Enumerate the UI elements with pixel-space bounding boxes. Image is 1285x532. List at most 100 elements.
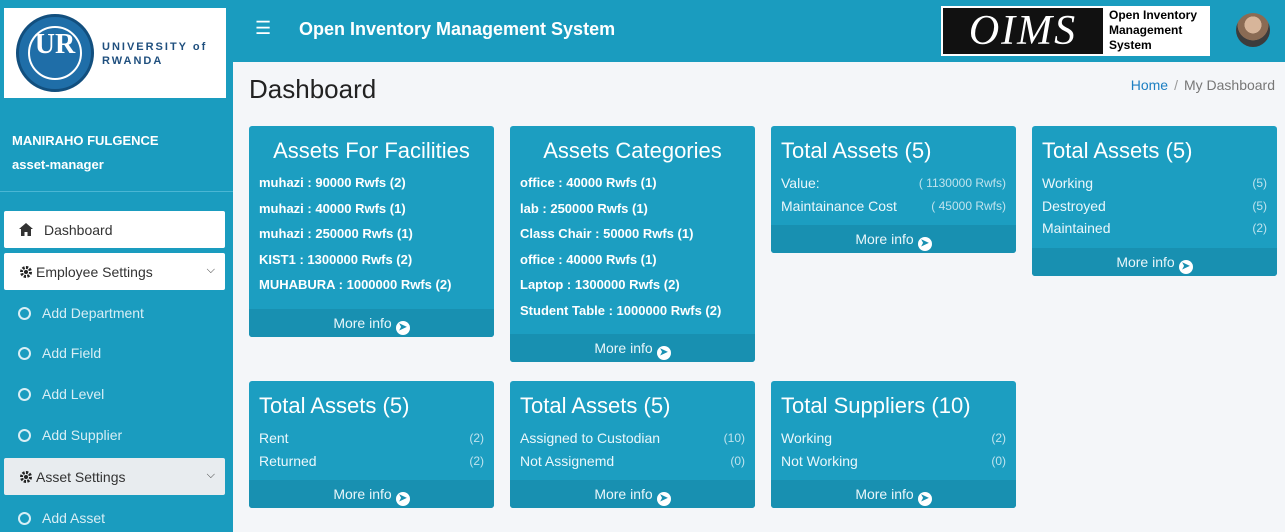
brand-line-3: System	[1109, 38, 1152, 52]
stat-label: Not Working	[781, 452, 858, 469]
stat-label: Working	[1042, 175, 1094, 191]
sidebar-item-label: Asset Settings	[36, 468, 126, 485]
arrow-circle-right-icon: ➤	[395, 492, 410, 506]
arrow-circle-right-icon: ➤	[1178, 260, 1193, 274]
breadcrumb-current: My Dashboard	[1183, 77, 1275, 93]
stat-label: Assigned to Custodian	[520, 430, 661, 446]
circle-icon	[18, 387, 31, 401]
stat-label: Value:	[781, 175, 820, 191]
logo-line-1: UNIVERSITY of	[102, 41, 208, 53]
card-title: Total Assets (5)	[520, 393, 671, 418]
stat-value: (5)	[1252, 176, 1267, 190]
breadcrumb-separator: /	[1174, 77, 1178, 93]
card-total-suppliers: Total Suppliers (10) Working (2) Not Work…	[771, 381, 1016, 508]
sidebar-item-asset-settings[interactable]: Asset Settings ⌵	[4, 458, 225, 495]
stat-label: Working	[781, 430, 833, 446]
stat-value: ( 1130000 Rwfs)	[918, 176, 1006, 190]
card-title: Total Assets (5)	[781, 138, 932, 163]
sidebar-item-add-level[interactable]: Add Level	[18, 386, 104, 402]
stat-row: Rent (2)	[259, 427, 484, 450]
card-line: MUHABURA : 1000000 Rwfs (2)	[259, 277, 452, 292]
stat-label: Not Assignemd	[520, 452, 615, 469]
brand-line-1: Open Inventory	[1109, 8, 1198, 22]
more-info-label: More info	[855, 231, 914, 247]
stat-row: Destroyed (5)	[1042, 195, 1267, 218]
oims-logo: OIMS	[943, 8, 1103, 54]
sidebar-item-label: Add Level	[42, 386, 105, 402]
more-info-label: More info	[594, 486, 653, 502]
card-title: Assets Categories	[543, 138, 722, 163]
stat-row: Not Assignemd (0)	[520, 450, 745, 473]
card-title: Total Assets (5)	[259, 393, 410, 418]
stat-label: Maintained	[1042, 220, 1111, 236]
sidebar-item-label: Add Department	[42, 305, 144, 321]
stat-row: Not Working (0)	[781, 450, 1006, 473]
circle-icon	[18, 428, 31, 442]
sidebar-item-add-field[interactable]: Add Field	[18, 345, 101, 361]
user-role: asset-manager	[12, 157, 104, 172]
breadcrumb: Home / My Dashboard	[1131, 77, 1275, 93]
page-title: Dashboard	[249, 74, 377, 104]
user-avatar[interactable]	[1236, 13, 1270, 47]
sidebar-item-label: Employee Settings	[36, 263, 153, 280]
logo-line-2: RWANDA	[102, 55, 164, 67]
sidebar-item-add-supplier[interactable]: Add Supplier	[18, 427, 122, 443]
more-info-link[interactable]: More info ➤	[771, 225, 1016, 253]
chevron-down-icon: ⌵	[206, 469, 215, 481]
sidebar-item-add-department[interactable]: Add Department	[18, 305, 144, 321]
stat-value: (2)	[469, 431, 484, 445]
card-title: Total Assets (5)	[1042, 138, 1193, 163]
card-line: Laptop : 1300000 Rwfs (2)	[520, 277, 680, 292]
more-info-label: More info	[855, 486, 914, 502]
home-icon	[18, 222, 34, 238]
hamburger-menu-icon[interactable]: ☰	[255, 18, 271, 39]
breadcrumb-home-link[interactable]: Home	[1131, 77, 1168, 93]
card-line: lab : 250000 Rwfs (1)	[520, 200, 648, 216]
stat-value: (10)	[723, 431, 745, 445]
sidebar-item-add-asset[interactable]: Add Asset	[18, 510, 105, 526]
stat-row: Working (2)	[781, 427, 1006, 450]
sidebar-item-label: Add Field	[42, 345, 102, 361]
more-info-link[interactable]: More info ➤	[249, 309, 494, 337]
arrow-circle-right-icon: ➤	[917, 492, 932, 506]
card-total-assets-custodian: Total Assets (5) Assigned to Custodian (1…	[510, 381, 755, 508]
university-logo[interactable]: UR UNIVERSITY of RWANDA	[4, 8, 226, 98]
stat-value: (0)	[991, 453, 1006, 468]
card-line: muhazi : 90000 Rwfs (2)	[259, 175, 406, 190]
card-title: Total Suppliers (10)	[781, 393, 971, 418]
gear-icon	[18, 469, 34, 485]
gear-icon	[18, 264, 34, 280]
stat-value: (2)	[469, 453, 484, 468]
more-info-link[interactable]: More info ➤	[249, 480, 494, 508]
logo-mark: UR	[34, 29, 76, 60]
stat-row: Working (5)	[1042, 172, 1267, 195]
stat-value: ( 45000 Rwfs)	[931, 198, 1006, 213]
sidebar-item-label: Dashboard	[44, 221, 113, 238]
card-line: Class Chair : 50000 Rwfs (1)	[520, 226, 694, 241]
more-info-link[interactable]: More info ➤	[510, 480, 755, 508]
card-line: office : 40000 Rwfs (1)	[520, 175, 657, 190]
more-info-link[interactable]: More info ➤	[510, 334, 755, 362]
sidebar-item-dashboard[interactable]: Dashboard	[4, 211, 225, 248]
stat-row: Returned (2)	[259, 450, 484, 473]
arrow-circle-right-icon: ➤	[917, 237, 932, 251]
sidebar-item-employee-settings[interactable]: Employee Settings ⌵	[4, 253, 225, 290]
arrow-circle-right-icon: ➤	[395, 321, 410, 335]
stat-value: (5)	[1252, 198, 1267, 213]
more-info-link[interactable]: More info ➤	[1032, 248, 1277, 276]
card-total-assets-status: Total Assets (5) Working (5) Destroyed (5)…	[1032, 126, 1277, 276]
card-line: Student Table : 1000000 Rwfs (2)	[520, 302, 722, 318]
arrow-circle-right-icon: ➤	[656, 492, 671, 506]
more-info-label: More info	[333, 315, 392, 331]
arrow-circle-right-icon: ➤	[656, 346, 671, 360]
stat-row: Maintainance Cost ( 45000 Rwfs)	[781, 195, 1006, 218]
circle-icon	[18, 346, 31, 360]
stat-row: Assigned to Custodian (10)	[520, 427, 745, 450]
card-line: muhazi : 40000 Rwfs (1)	[259, 200, 406, 216]
circle-icon	[18, 306, 31, 320]
card-total-assets-rent: Total Assets (5) Rent (2) Returned (2) Mor…	[249, 381, 494, 508]
card-line: office : 40000 Rwfs (1)	[520, 251, 657, 267]
more-info-link[interactable]: More info ➤	[771, 480, 1016, 508]
stat-row: Maintained (2)	[1042, 217, 1267, 240]
chevron-down-icon: ⌵	[206, 264, 215, 276]
